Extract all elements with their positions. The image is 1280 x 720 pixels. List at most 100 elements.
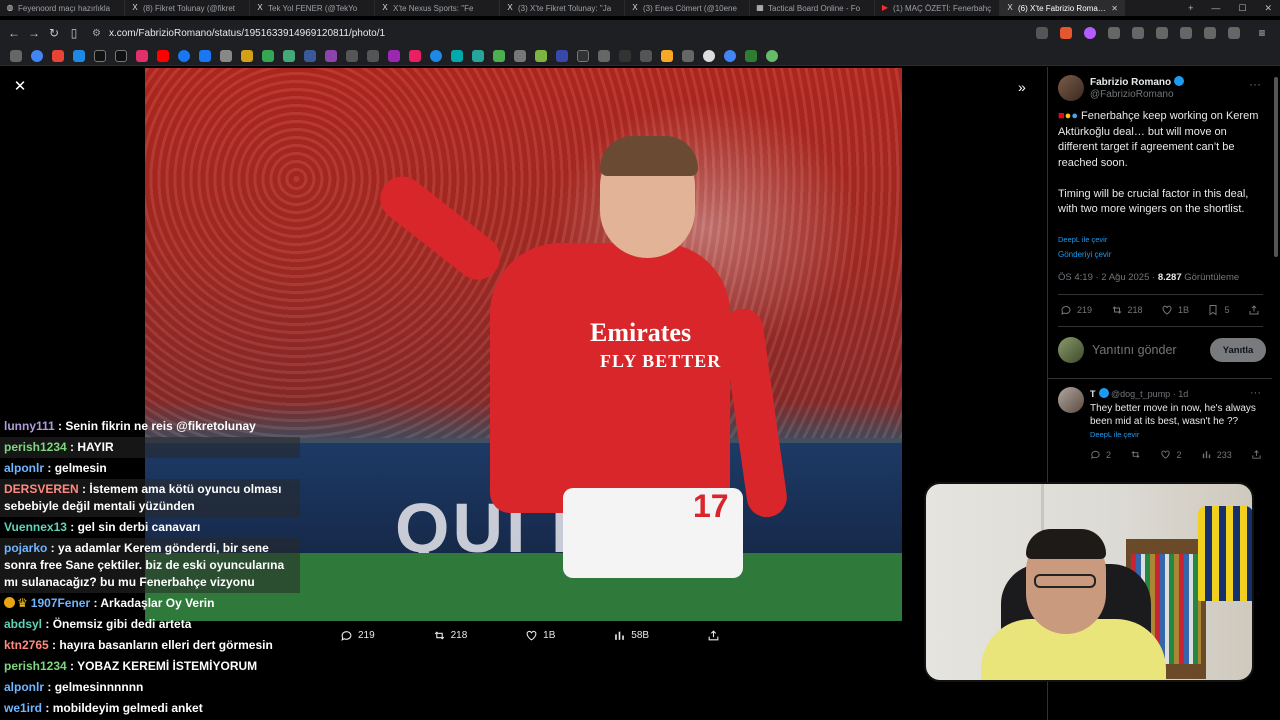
share-button[interactable]: [1251, 449, 1262, 460]
rewards-icon[interactable]: [1084, 27, 1096, 39]
reply-button[interactable]: 2: [1090, 449, 1111, 460]
reply-button[interactable]: 219: [1060, 304, 1092, 316]
apps-icon[interactable]: [10, 49, 22, 62]
views-button[interactable]: 233: [1201, 449, 1232, 460]
reply-button[interactable]: 219: [340, 629, 375, 642]
bookmark-19-icon[interactable]: [409, 49, 421, 62]
close-window-icon[interactable]: ✕: [1264, 3, 1272, 14]
close-icon[interactable]: ✕: [12, 79, 28, 95]
repost-button[interactable]: 218: [433, 629, 467, 642]
reply-input[interactable]: Yanıtını gönder: [1092, 343, 1177, 357]
tab[interactable]: X (3) Enes Cömert (@10ene: [625, 0, 750, 16]
menu-icon[interactable]: ≡: [1252, 26, 1272, 40]
bookmark-25-icon[interactable]: [535, 49, 547, 62]
facebook-icon[interactable]: [178, 49, 190, 62]
share-button[interactable]: [707, 629, 720, 642]
tab[interactable]: ▶ (1) MAÇ ÖZETİ: Fenerbahç: [875, 0, 1000, 16]
views-button[interactable]: 58B: [613, 629, 649, 642]
gmail-icon[interactable]: [52, 49, 64, 62]
avatar[interactable]: [1058, 387, 1084, 413]
bookmark-22-icon[interactable]: [472, 49, 484, 62]
bookmark-2-icon[interactable]: [73, 49, 85, 62]
leo-icon[interactable]: [1204, 27, 1216, 39]
url-field[interactable]: ⚙ x.com/FabrizioRomano/status/1951633914…: [92, 24, 992, 42]
tab[interactable]: X Tek Yol FENER (@TekYo: [250, 0, 375, 16]
x-bookmark-2-icon[interactable]: [115, 49, 127, 62]
bookmark-23-icon[interactable]: [493, 49, 505, 62]
site-info-icon[interactable]: ⚙: [92, 28, 101, 39]
kick-icon[interactable]: [745, 49, 757, 62]
bookmark-28-icon[interactable]: [598, 49, 610, 62]
tab[interactable]: X (3) X'te Fikret Tolunay: "Ja: [500, 0, 625, 16]
chat-username[interactable]: perish1234: [4, 440, 67, 454]
tab[interactable]: X (6) X'te Fabrizio Romano: ✕: [1000, 0, 1125, 16]
bookmark-15-icon[interactable]: [325, 49, 337, 62]
google-icon[interactable]: [31, 49, 43, 62]
bookmark-14-icon[interactable]: [304, 49, 316, 62]
back-icon[interactable]: ←: [4, 26, 24, 40]
chat-username[interactable]: perish1234: [4, 659, 67, 673]
scrollbar[interactable]: [1274, 77, 1278, 257]
wallet-icon[interactable]: [1132, 27, 1144, 39]
reply-submit-button[interactable]: Yanıtla: [1210, 338, 1266, 362]
link-icon[interactable]: [682, 49, 694, 62]
repost-button[interactable]: 218: [1111, 304, 1143, 316]
tweet-author[interactable]: Fabrizio Romano @FabrizioRomano ···: [1058, 75, 1263, 101]
chat-username[interactable]: abdsyl: [4, 617, 42, 631]
media-icon[interactable]: [1156, 27, 1168, 39]
expand-icon[interactable]: »: [1018, 79, 1026, 95]
reply-tweet[interactable]: T @dog_t_pump · 1d ··· They better move …: [1058, 387, 1263, 467]
more-icon[interactable]: ···: [1250, 387, 1261, 399]
chat-username[interactable]: alponlr: [4, 461, 44, 475]
close-tab-icon[interactable]: ✕: [1111, 4, 1118, 13]
translate-post-link[interactable]: Gönderiyi çevir: [1058, 250, 1111, 259]
reply-author[interactable]: T @dog_t_pump · 1d: [1090, 388, 1188, 399]
chat-username[interactable]: DERSVEREN: [4, 482, 79, 496]
minimize-icon[interactable]: —: [1211, 3, 1220, 13]
tab[interactable]: X (8) Fikret Tolunay (@fikret: [125, 0, 250, 16]
repost-button[interactable]: [1130, 449, 1141, 460]
bookmark-33-icon[interactable]: [703, 49, 715, 62]
vpn-icon[interactable]: [1228, 27, 1240, 39]
tab[interactable]: ◍ Feyenoord maçı hazırlıkla: [0, 0, 125, 16]
chat-username[interactable]: lunny111: [4, 419, 55, 433]
avatar[interactable]: [1058, 75, 1084, 101]
bookmark-16-icon[interactable]: [346, 49, 358, 62]
more-icon[interactable]: ···: [1249, 77, 1261, 91]
new-tab-icon[interactable]: +: [1188, 3, 1193, 13]
like-button[interactable]: 1B: [1161, 304, 1189, 316]
bookmark-24-icon[interactable]: [514, 49, 526, 62]
share-button[interactable]: [1248, 304, 1260, 316]
like-button[interactable]: 2: [1160, 449, 1182, 460]
deepl-translate-link[interactable]: DeepL ile çevir: [1090, 430, 1139, 439]
bookmark-36-icon[interactable]: [766, 49, 778, 62]
bookmark-29-icon[interactable]: [619, 49, 631, 62]
bookmark-20-icon[interactable]: [430, 49, 442, 62]
maximize-icon[interactable]: ☐: [1238, 3, 1246, 14]
youtube-bookmark-icon[interactable]: [157, 49, 169, 62]
chat-username[interactable]: Vuennex13: [4, 520, 67, 534]
bookmark-button[interactable]: 5: [1207, 304, 1230, 316]
author-name[interactable]: Fabrizio Romano: [1090, 76, 1185, 88]
bookmark-11-icon[interactable]: [241, 49, 253, 62]
chat-username[interactable]: 1907Fener: [31, 596, 90, 610]
bookmark-13-icon[interactable]: [283, 49, 295, 62]
forward-icon[interactable]: →: [24, 26, 44, 40]
bookmark-27-icon[interactable]: [577, 49, 589, 62]
extensions-icon[interactable]: [1108, 27, 1120, 39]
bookmark-26-icon[interactable]: [556, 49, 568, 62]
sidebar-icon[interactable]: [1180, 27, 1192, 39]
instagram-icon[interactable]: [136, 49, 148, 62]
tab[interactable]: X X'te Nexus Sports: "Fe: [375, 0, 500, 16]
chat-username[interactable]: we1ird: [4, 701, 42, 715]
folder-icon[interactable]: [661, 49, 673, 62]
bookmark-30-icon[interactable]: [640, 49, 652, 62]
bookmark-icon[interactable]: ▯: [64, 26, 84, 40]
chat-username[interactable]: pojarko: [4, 541, 47, 555]
x-bookmark-icon[interactable]: [94, 49, 106, 62]
bookmark-34-icon[interactable]: [724, 49, 736, 62]
bookmark-21-icon[interactable]: [451, 49, 463, 62]
reload-icon[interactable]: ↻: [44, 26, 64, 40]
chat-username[interactable]: alponlr: [4, 680, 44, 694]
sheets-icon[interactable]: [262, 49, 274, 62]
